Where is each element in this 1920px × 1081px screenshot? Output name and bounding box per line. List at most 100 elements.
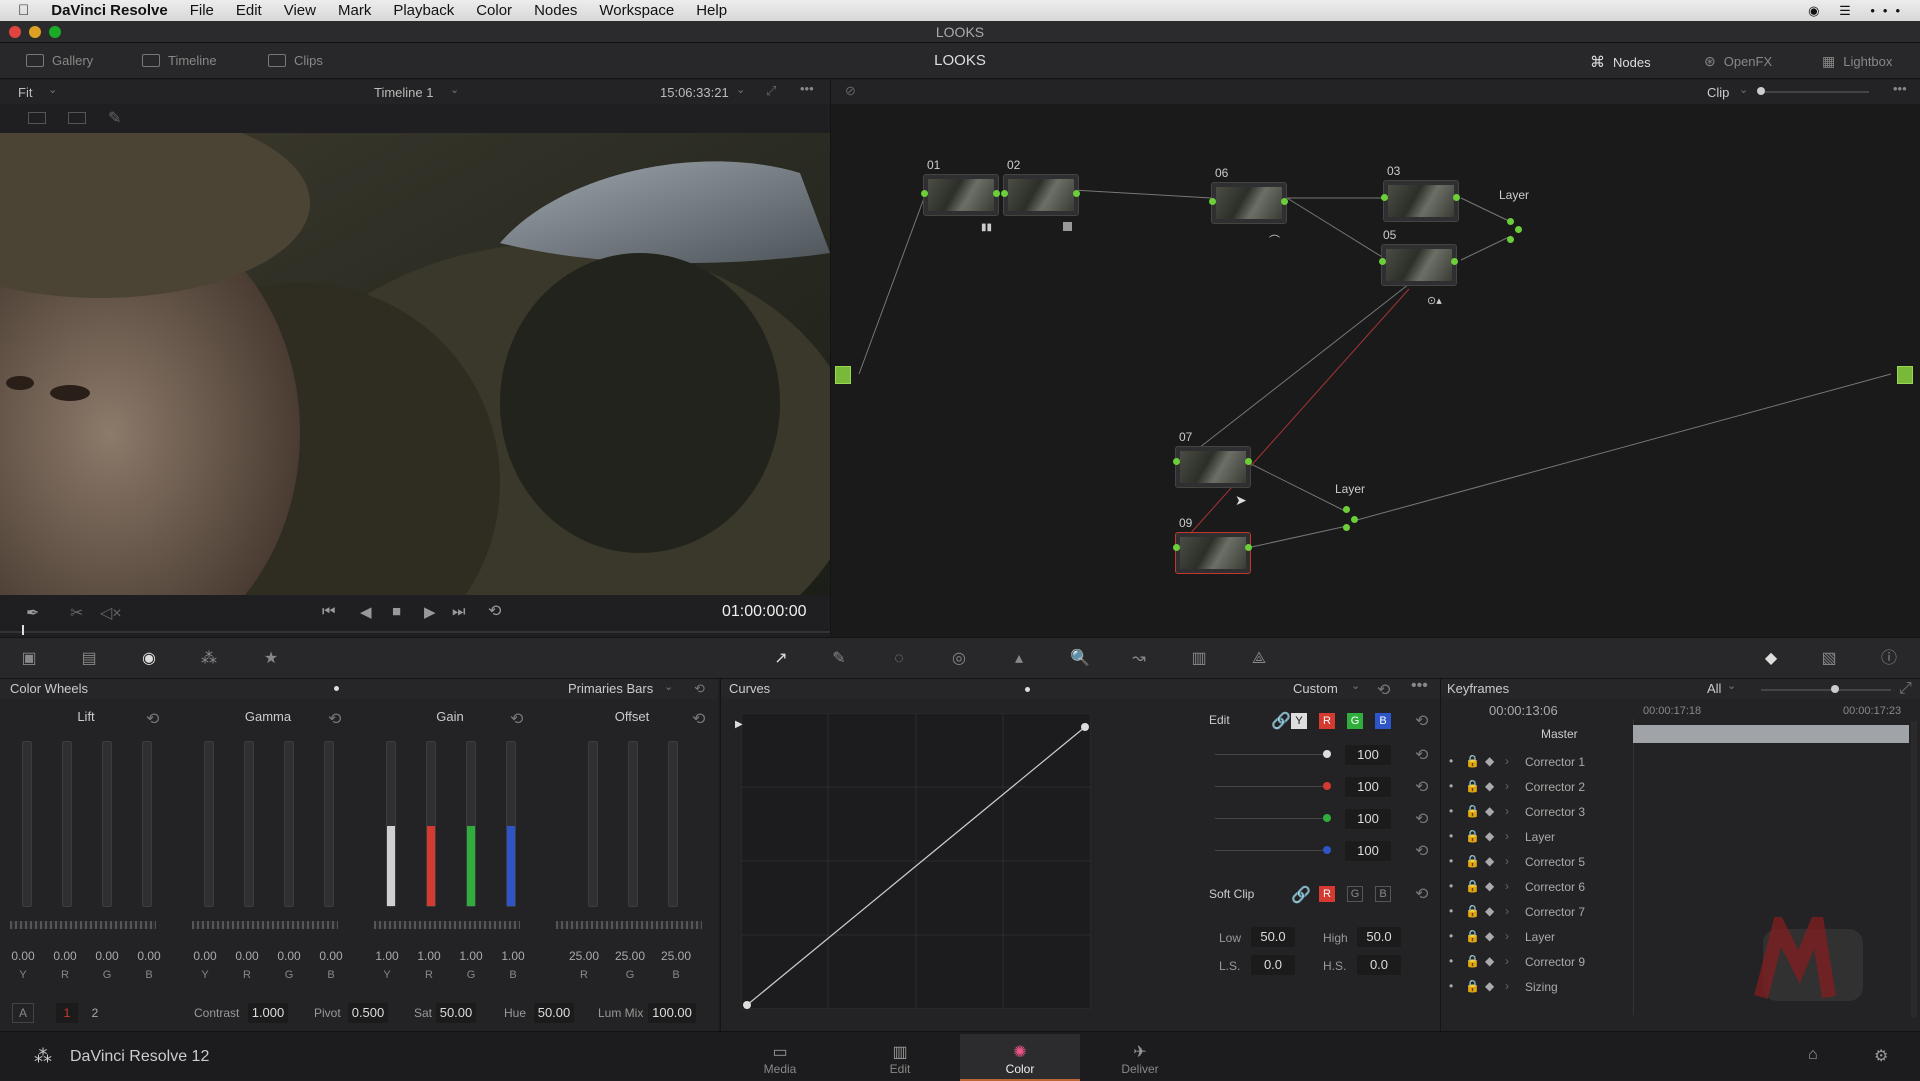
qualifier-icon[interactable]: ✎	[830, 651, 848, 667]
gamma-control[interactable]: Gamma ⟲ 0.00 0.00 0.00 0.00 Y R G B	[182, 699, 362, 999]
motion-effects-icon[interactable]: ★	[262, 651, 280, 667]
wipe-icon[interactable]	[68, 112, 86, 124]
keyframe-diamond-icon[interactable]: ◆	[1485, 879, 1494, 893]
node-output-port[interactable]	[1073, 190, 1080, 197]
softclip-b-button[interactable]: B	[1375, 886, 1391, 902]
g-intensity-handle[interactable]	[1323, 814, 1331, 822]
offset-g-bar[interactable]	[628, 741, 638, 907]
reset-icon[interactable]: ⟲	[694, 679, 705, 699]
lock-icon[interactable]: 🔒	[1465, 854, 1480, 868]
pivot-field[interactable]: 0.500	[348, 1003, 388, 1023]
keyframe-diamond-icon[interactable]: ◆	[1485, 929, 1494, 943]
chevron-right-icon[interactable]: ›	[1505, 829, 1509, 843]
track-row[interactable]: • 🔒 ◆ › Corrector 7	[1441, 903, 1631, 923]
bypass-icon[interactable]: ⊘	[845, 83, 856, 99]
lock-icon[interactable]: 🔒	[1465, 979, 1480, 993]
page-dot[interactable]	[334, 686, 339, 691]
node-input-port[interactable]	[1379, 258, 1386, 265]
lift-g-value[interactable]: 0.00	[89, 949, 125, 963]
minimize-window-button[interactable]	[29, 26, 41, 38]
rgb-mixer-icon[interactable]: ⁂	[200, 651, 218, 667]
menu-mark[interactable]: Mark	[338, 2, 371, 19]
track-row[interactable]: • 🔒 ◆ › Layer	[1441, 928, 1631, 948]
stereo-icon[interactable]: ▥	[1190, 651, 1208, 667]
master-track-bar[interactable]	[1633, 725, 1909, 743]
timeline-button[interactable]: Timeline	[142, 53, 217, 68]
y-intensity-slider[interactable]	[1215, 754, 1331, 755]
contrast-field[interactable]: 1.000	[248, 1003, 288, 1023]
keyframe-zoom-handle[interactable]	[1831, 685, 1839, 693]
menu-file[interactable]: File	[190, 2, 214, 19]
keyframe-diamond-icon[interactable]: ◆	[1485, 979, 1494, 993]
keyframe-diamond-icon[interactable]: ◆	[1485, 804, 1494, 818]
track-row[interactable]: • 🔒 ◆ › Layer	[1441, 828, 1631, 848]
sat-field[interactable]: 50.00	[436, 1003, 476, 1023]
gear-icon[interactable]: ⚙	[1874, 1046, 1888, 1066]
node-input-port[interactable]	[1381, 194, 1388, 201]
node-output-port[interactable]	[1245, 458, 1252, 465]
gain-g-value[interactable]: 1.00	[453, 949, 489, 963]
softclip-g-button[interactable]: G	[1347, 886, 1363, 902]
playhead[interactable]	[22, 625, 24, 635]
node-02[interactable]	[1003, 174, 1079, 216]
keyframe-diamond-icon[interactable]: ◆	[1485, 754, 1494, 768]
lock-icon[interactable]: 🔒	[1465, 954, 1480, 968]
reset-icon[interactable]: ⟲	[1415, 809, 1428, 829]
track-row[interactable]: • 🔒 ◆ › Corrector 5	[1441, 853, 1631, 873]
home-icon[interactable]: ⌂	[1808, 1046, 1818, 1064]
loop-button[interactable]: ⟲	[488, 601, 501, 621]
scrubber-bar[interactable]	[0, 631, 830, 633]
lock-icon[interactable]: 🔒	[1465, 829, 1480, 843]
track-dot-icon[interactable]: •	[1449, 954, 1453, 968]
node-output-port[interactable]	[1451, 258, 1458, 265]
play-button[interactable]: ▶	[424, 603, 436, 621]
edit-page-button[interactable]: ▥ Edit	[840, 1034, 960, 1081]
gamma-y-value[interactable]: 0.00	[187, 949, 223, 963]
b-intensity-field[interactable]: 100	[1345, 841, 1391, 861]
cut-icon[interactable]: ✂	[70, 603, 83, 623]
reset-icon[interactable]: ⟲	[1377, 680, 1390, 700]
gain-control[interactable]: Gain ⟲ 1.00 1.00 1.00 1.00 Y R G B	[364, 699, 544, 999]
3d-icon[interactable]: ⟁	[1250, 651, 1268, 667]
menu-nodes[interactable]: Nodes	[534, 2, 577, 19]
layer-mixer-input[interactable]	[1343, 524, 1350, 531]
color-page-button[interactable]: ✺ Color	[960, 1034, 1080, 1081]
track-row[interactable]: • 🔒 ◆ › Corrector 6	[1441, 878, 1631, 898]
clips-button[interactable]: Clips	[268, 53, 323, 68]
page-2-button[interactable]: 2	[84, 1003, 106, 1023]
keyframe-diamond-icon[interactable]: ◆	[1485, 779, 1494, 793]
reset-icon[interactable]: ⟲	[146, 709, 159, 729]
apple-icon[interactable]: 	[18, 2, 29, 19]
reset-icon[interactable]: ⟲	[328, 709, 341, 729]
split-view-icon[interactable]	[28, 112, 46, 124]
track-row[interactable]: • 🔒 ◆ › Corrector 1	[1441, 753, 1631, 773]
keyframe-zoom-slider[interactable]	[1761, 689, 1891, 691]
keyframe-diamond-icon[interactable]: ◆	[1485, 954, 1494, 968]
gamma-r-bar[interactable]	[244, 741, 254, 907]
curve-editor[interactable]	[741, 713, 1091, 1009]
output-port[interactable]	[1897, 366, 1913, 384]
fit-dropdown[interactable]: Fit	[18, 85, 32, 100]
menu-help[interactable]: Help	[696, 2, 727, 19]
window-icon[interactable]: ◌	[890, 651, 908, 667]
gain-r-bar[interactable]	[426, 741, 436, 907]
node-output-port[interactable]	[1245, 544, 1252, 551]
track-row[interactable]: • 🔒 ◆ › Corrector 9	[1441, 953, 1631, 973]
close-window-button[interactable]	[9, 26, 21, 38]
r-intensity-field[interactable]: 100	[1345, 777, 1391, 797]
track-dot-icon[interactable]: •	[1449, 754, 1453, 768]
lift-y-bar[interactable]	[22, 741, 32, 907]
node-input-port[interactable]	[1001, 190, 1008, 197]
chevron-down-icon[interactable]: ⌄	[450, 83, 459, 96]
curve-g-button[interactable]: G	[1347, 713, 1363, 729]
reset-icon[interactable]: ⟲	[1415, 745, 1428, 765]
chevron-right-icon[interactable]: ›	[1505, 979, 1509, 993]
chevron-down-icon[interactable]: ⌄	[664, 677, 673, 697]
openfx-button[interactable]: ⊛ OpenFX	[1704, 53, 1772, 70]
reset-icon[interactable]: ⟲	[1415, 884, 1428, 904]
media-page-button[interactable]: ▭ Media	[720, 1034, 840, 1081]
node-output-port[interactable]	[993, 190, 1000, 197]
gamma-b-value[interactable]: 0.00	[313, 949, 349, 963]
source-timecode[interactable]: 15:06:33:21	[660, 85, 729, 100]
lock-icon[interactable]: 🔒	[1465, 754, 1480, 768]
